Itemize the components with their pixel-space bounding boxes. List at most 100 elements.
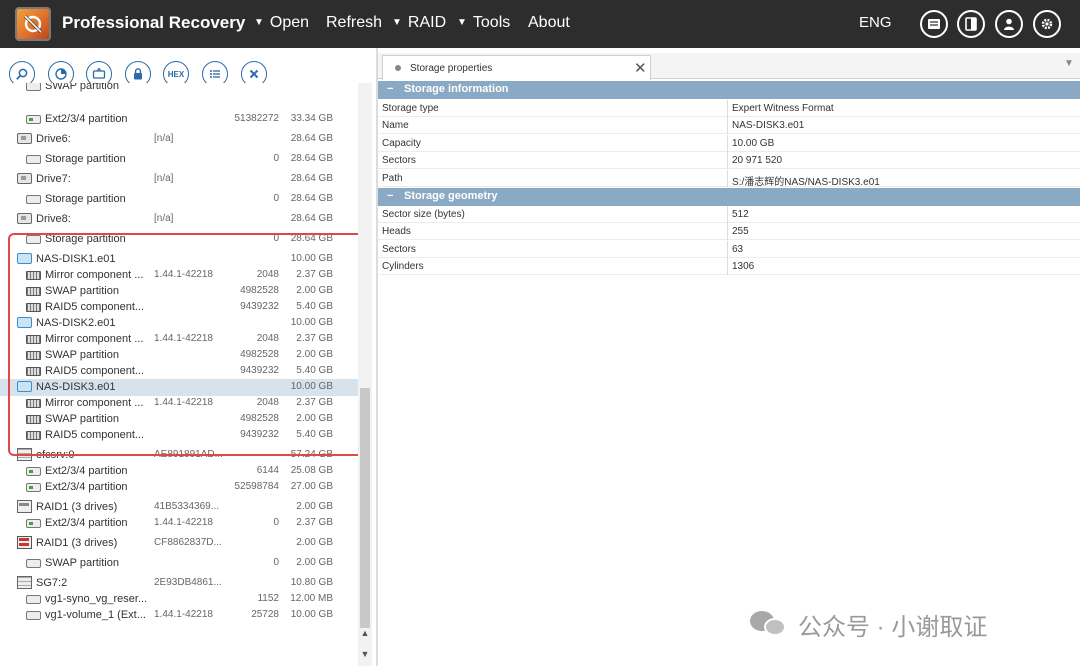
tab-bar: Storage properties ✕ [378, 53, 1080, 80]
column-separator [727, 258, 728, 276]
section-storage-information[interactable]: − Storage information [378, 81, 1080, 99]
scrollbar-thumb[interactable] [360, 388, 370, 628]
tree-row-start-sector: 0 [273, 517, 279, 528]
tree-row-start-sector: 6144 [256, 465, 279, 476]
tree-row[interactable]: Drive8: [n/a] 28.64 GB [0, 211, 358, 228]
property-row[interactable]: Capacity 10.00 GB [378, 134, 1080, 152]
property-value: Expert Witness Format [732, 103, 834, 114]
tree-row[interactable]: Ext2/3/4 partition 52598784 27.00 GB [0, 479, 358, 496]
property-row[interactable]: Storage type Expert Witness Format [378, 100, 1080, 117]
property-row[interactable]: Sectors 63 [378, 240, 1080, 258]
scan-icon [55, 68, 67, 80]
tree-row-size: 5.40 GB [296, 365, 333, 376]
tree-row[interactable]: SWAP partition [0, 83, 358, 95]
menu-raid[interactable]: ▼ RAID [392, 14, 446, 32]
disk-icon [17, 253, 32, 264]
tree-row[interactable]: NAS-DISK2.e01 10.00 GB [0, 315, 358, 332]
menu-open[interactable]: ▼ Open [254, 14, 309, 32]
tree-row[interactable]: SG7:2 2E93DB4861... 10.80 GB [0, 575, 358, 592]
tree-row[interactable]: Storage partition 0 28.64 GB [0, 151, 358, 168]
tree-row[interactable]: efcsrv:0 AE891891AD... 57.24 GB [0, 447, 358, 464]
column-separator [727, 206, 728, 223]
section-storage-geometry[interactable]: − Storage geometry [378, 188, 1080, 206]
dropdown-arrow-icon: ▼ [392, 17, 402, 28]
title-bar: Professional Recovery ▼ Open Refresh ▼ RAI… [0, 0, 1080, 48]
drive-icon [17, 213, 32, 224]
close-tab-icon[interactable]: ✕ [634, 59, 647, 77]
tree-row-start-sector: 2048 [256, 397, 279, 408]
tree-row[interactable]: NAS-DISK1.e01 10.00 GB [0, 251, 358, 268]
tab-storage-properties[interactable]: Storage properties ✕ [382, 55, 651, 80]
dropdown-arrow-icon: ▼ [457, 17, 467, 28]
comp-icon [26, 287, 41, 296]
tree-row-size: 2.00 GB [296, 349, 333, 360]
tree-row[interactable]: RAID1 (3 drives) 41B5334369... 2.00 GB [0, 499, 358, 516]
property-row[interactable]: Cylinders 1306 [378, 258, 1080, 276]
tree-row[interactable]: Ext2/3/4 partition 6144 25.08 GB [0, 463, 358, 480]
tree-row-start-sector: 0 [273, 233, 279, 244]
property-row[interactable]: Path S:/潘志辉的NAS/NAS-DISK3.e01 [378, 169, 1080, 188]
property-value: 10.00 GB [732, 137, 775, 149]
comp-icon [26, 415, 41, 424]
property-row[interactable]: Heads 255 [378, 223, 1080, 241]
log-button[interactable] [920, 10, 948, 38]
tree-row[interactable]: RAID5 component... 9439232 5.40 GB [0, 427, 358, 444]
tree-scrollbar[interactable]: ▲ ▼ [358, 83, 372, 666]
tree-row[interactable]: SWAP partition 4982528 2.00 GB [0, 347, 358, 364]
tree-row[interactable]: Mirror component ... 1.44.1-42218 2048 2.37… [0, 395, 358, 412]
column-separator [727, 117, 728, 135]
account-button[interactable] [995, 10, 1023, 38]
column-separator [727, 100, 728, 117]
tree-row[interactable]: Storage partition 0 28.64 GB [0, 191, 358, 208]
tree-row[interactable]: Drive7: [n/a] 28.64 GB [0, 171, 358, 188]
tree-row-start-sector: 4982528 [240, 285, 279, 296]
tree-row-name: Ext2/3/4 partition [45, 465, 128, 477]
property-row[interactable]: Sector size (bytes) 512 [378, 206, 1080, 223]
tree-row[interactable]: Drive6: [n/a] 28.64 GB [0, 131, 358, 148]
tree-row-id: CF8862837D... [154, 537, 222, 548]
tree-row[interactable]: vg1-volume_1 (Ext... 1.44.1-42218 25728 10.… [0, 607, 358, 624]
settings-button[interactable] [1033, 10, 1061, 38]
device-tree: SWAP partition Ext2/3/4 partition 51382272… [0, 83, 358, 666]
tree-row[interactable]: Storage partition 0 28.64 GB [0, 231, 358, 248]
tree-row[interactable]: RAID1 (3 drives) CF8862837D... 2.00 GB [0, 535, 358, 552]
drive-icon [17, 173, 32, 184]
tree-row[interactable]: SWAP partition 4982528 2.00 GB [0, 411, 358, 428]
tree-row[interactable]: SWAP partition 4982528 2.00 GB [0, 283, 358, 300]
tree-row-name: SG7:2 [36, 577, 68, 589]
tree-row-name: NAS-DISK2.e01 [36, 317, 116, 329]
panel-toggle-button[interactable] [957, 10, 985, 38]
menu-tools[interactable]: ▼ Tools [457, 14, 510, 32]
collapse-icon[interactable]: − [387, 83, 393, 95]
property-key: Cylinders [382, 261, 424, 273]
menu-open-label: Open [269, 14, 310, 31]
tree-row[interactable]: Mirror component ... 1.44.1-42218 2048 2.37… [0, 331, 358, 348]
scroll-down-icon[interactable]: ▼ [358, 649, 372, 663]
collapse-icon[interactable]: − [387, 190, 393, 202]
tab-menu-icon[interactable]: ▼ [1064, 58, 1074, 69]
tree-row-name: efcsrv:0 [36, 449, 75, 461]
property-value: 1306 [732, 261, 755, 273]
tree-row[interactable]: SWAP partition 0 2.00 GB [0, 555, 358, 572]
tree-row[interactable]: RAID5 component... 9439232 5.40 GB [0, 363, 358, 380]
tree-row-id: 1.44.1-42218 [154, 609, 213, 620]
menu-refresh[interactable]: Refresh [326, 14, 382, 32]
tree-row-size: 33.34 GB [290, 113, 333, 124]
tree-row[interactable]: RAID5 component... 9439232 5.40 GB [0, 299, 358, 316]
scroll-up-icon[interactable]: ▲ [358, 628, 372, 642]
menu-about[interactable]: About [528, 14, 570, 32]
tree-row[interactable]: Mirror component ... 1.44.1-42218 2048 2.37… [0, 267, 358, 284]
comp-icon [26, 367, 41, 376]
disk-image-icon [92, 67, 106, 79]
property-row[interactable]: Name NAS-DISK3.e01 [378, 117, 1080, 135]
language-selector[interactable]: ENG [859, 14, 892, 31]
property-value: 512 [732, 209, 749, 220]
log-icon [928, 19, 940, 29]
property-row[interactable]: Sectors 20 971 520 [378, 152, 1080, 170]
tree-row-size: 12.00 MB [290, 593, 333, 604]
tree-row[interactable]: Ext2/3/4 partition 51382272 33.34 GB [0, 111, 358, 128]
tree-row[interactable]: NAS-DISK3.e01 10.00 GB [0, 379, 358, 396]
tree-row[interactable]: vg1-syno_vg_reser... 1152 12.00 MB [0, 591, 358, 608]
tree-row[interactable]: Ext2/3/4 partition 1.44.1-42218 0 2.37 GB [0, 515, 358, 532]
tree-row-name: SWAP partition [45, 285, 119, 297]
